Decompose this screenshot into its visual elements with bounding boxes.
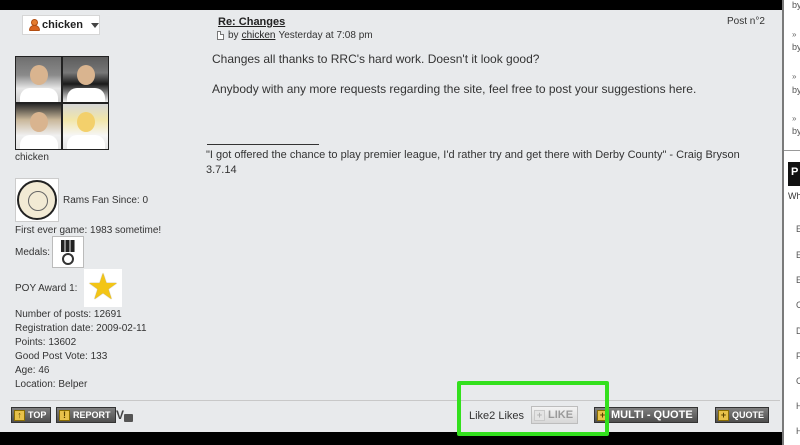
chevron-right-icon: » — [792, 72, 797, 81]
quote-button[interactable]: + QUOTE — [715, 407, 770, 423]
sidebar-list-item[interactable]: D — [796, 326, 800, 336]
medal-icon — [52, 236, 84, 268]
sidebar-by: by — [792, 42, 800, 52]
sidebar-by: by — [792, 85, 800, 95]
multi-quote-label: MULTI - QUOTE — [611, 409, 693, 421]
sidebar-by: by — [792, 126, 800, 136]
report-label: REPORT — [73, 410, 111, 420]
post-number-link[interactable]: Post n°2 — [727, 16, 765, 27]
chevron-down-icon — [91, 22, 99, 28]
sidebar-subheader: Wh — [788, 191, 800, 201]
user-icon — [29, 19, 40, 31]
sidebar-list-item[interactable]: H — [796, 401, 800, 411]
chevron-right-icon: » — [792, 114, 797, 123]
post-paragraph-2: Anybody with any more requests regarding… — [212, 82, 697, 96]
top-button[interactable]: ↑ TOP — [11, 407, 52, 423]
sidebar-header: P — [788, 162, 800, 186]
quote-label: QUOTE — [732, 410, 765, 420]
sidebar-list-item[interactable]: E — [796, 224, 800, 234]
first-game: First ever game: 1983 sometime! — [15, 225, 162, 236]
sidebar-list-item[interactable]: E — [796, 250, 800, 260]
user-menu-button[interactable]: chicken — [22, 15, 100, 35]
meta-time: Yesterday at 7:08 pm — [278, 30, 373, 41]
avatar — [15, 56, 109, 150]
sidebar-list-item[interactable]: F — [796, 351, 800, 361]
plus-icon: + — [718, 409, 729, 421]
post-title-link[interactable]: Re: Changes — [218, 16, 285, 28]
like-highlight-box — [457, 381, 609, 436]
sidebar-list-item[interactable]: E — [796, 275, 800, 285]
signature-divider — [207, 144, 319, 145]
locked-report-icon[interactable]: V — [116, 408, 134, 424]
post-meta: by chicken Yesterday at 7:08 pm — [217, 30, 373, 41]
sidebar-list-item[interactable]: H — [796, 426, 800, 436]
warning-icon: ! — [59, 409, 70, 421]
star-icon: ★ — [84, 269, 122, 307]
top-black-bar — [0, 0, 782, 10]
report-button[interactable]: ! REPORT — [56, 407, 116, 423]
stat-good-post-vote: Good Post Vote: 133 — [15, 351, 108, 362]
sidebar-by: by — [792, 0, 800, 10]
author-link[interactable]: chicken — [242, 30, 276, 41]
top-label: TOP — [28, 410, 47, 420]
forum-post — [0, 10, 782, 432]
bottom-black-bar — [0, 432, 782, 445]
stat-location: Location: Belper — [15, 379, 88, 390]
club-crest-icon — [15, 178, 59, 222]
chevron-right-icon: » — [792, 30, 797, 39]
post-paragraph-1: Changes all thanks to RRC's hard work. D… — [212, 52, 540, 66]
username: chicken — [42, 19, 83, 31]
meta-by: by — [228, 30, 239, 41]
avatar-caption: chicken — [15, 152, 49, 163]
medals-label: Medals: — [15, 247, 51, 258]
poy-label: POY Award 1: — [15, 283, 78, 294]
signature: "I got offered the chance to play premie… — [206, 149, 740, 176]
stat-points: Points: 13602 — [15, 337, 77, 348]
multi-quote-button[interactable]: + MULTI - QUOTE — [594, 407, 698, 423]
stat-age: Age: 46 — [15, 365, 50, 376]
fan-since: Rams Fan Since: 0 — [63, 195, 149, 206]
footer-divider — [10, 400, 780, 401]
sidebar-list-item[interactable]: C — [796, 300, 800, 310]
stat-posts: Number of posts: 12691 — [15, 309, 122, 320]
sidebar-list-item[interactable]: C — [796, 376, 800, 386]
arrow-up-icon: ↑ — [14, 409, 25, 421]
stat-registration: Registration date: 2009-02-11 — [15, 323, 147, 334]
document-icon — [217, 31, 224, 40]
right-sidebar: by » by » by » by P Wh E E E C D F C H H — [784, 0, 800, 445]
